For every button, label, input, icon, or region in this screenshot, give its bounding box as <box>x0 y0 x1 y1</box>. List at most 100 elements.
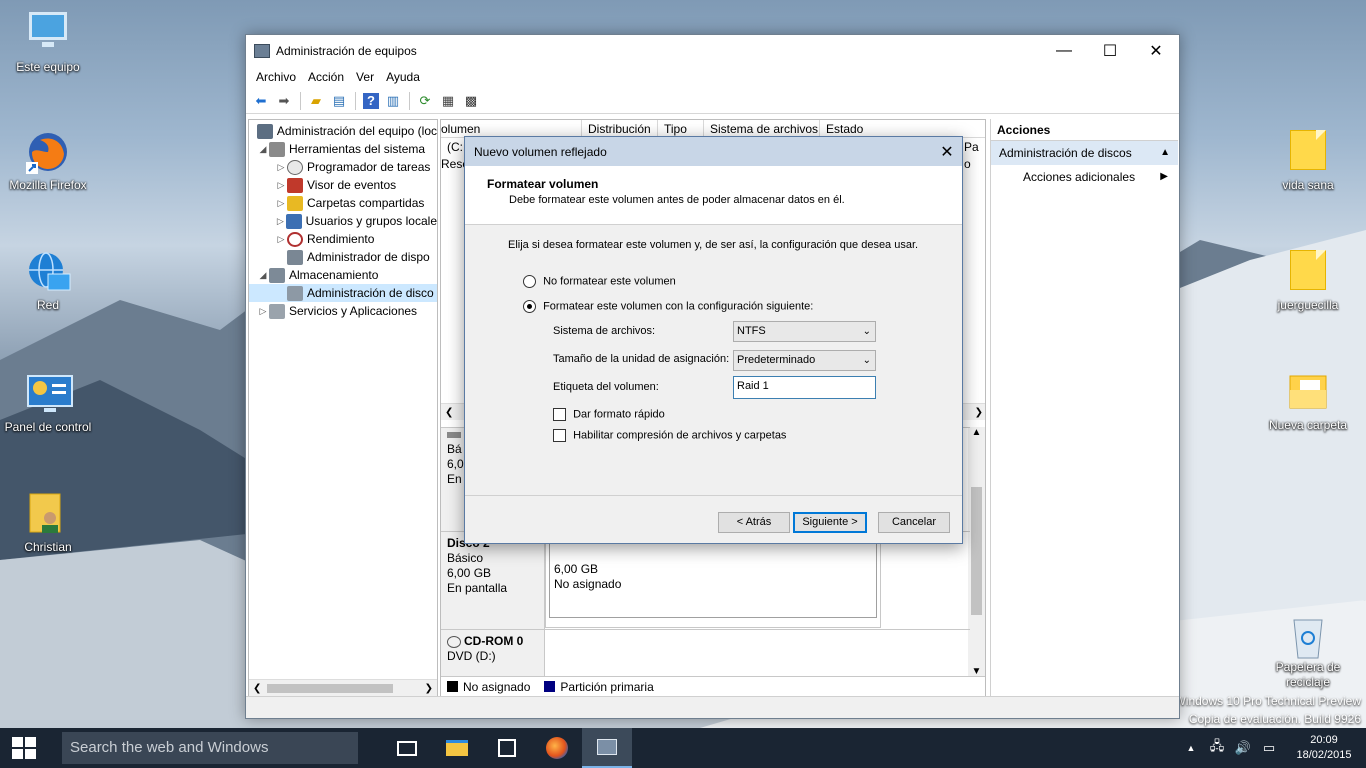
tree-expander[interactable]: ▷ <box>275 180 287 191</box>
desktop-icon-vida-sana[interactable]: vida sana <box>1260 130 1356 193</box>
properties-icon[interactable]: ▦ <box>437 91 459 111</box>
maximize-button[interactable]: ☐ <box>1087 35 1133 66</box>
compression-checkbox[interactable]: Habilitar compresión de archivos y carpe… <box>553 429 786 442</box>
show-hidden-icons-icon[interactable]: ▲ <box>1178 743 1204 753</box>
disk-2-label[interactable]: Disco 2 Básico 6,00 GB En pantalla <box>441 532 545 629</box>
desktop-icon-nueva-carpeta[interactable]: Nueva carpeta <box>1260 370 1356 433</box>
filesystem-value: NTFS <box>737 325 766 337</box>
back-button[interactable]: < Atrás <box>718 512 790 533</box>
volume-row-c[interactable]: (C: <box>447 140 463 154</box>
tree-expander[interactable]: ◢ <box>257 144 269 155</box>
radio-format[interactable]: Formatear este volumen con la configurac… <box>523 300 813 313</box>
scroll-right-icon[interactable]: ❯ <box>425 683 433 694</box>
desktop-icon-label: Este equipo <box>16 60 80 74</box>
back-arrow-icon[interactable]: ⬅ <box>250 91 272 111</box>
scroll-left-icon[interactable]: ❮ <box>253 683 261 694</box>
quick-format-checkbox[interactable]: Dar formato rápido <box>553 408 665 421</box>
actions-item-more[interactable]: Acciones adicionales ▶ <box>991 165 1178 189</box>
desktop-icon-este-equipo[interactable]: Este equipo <box>0 10 96 75</box>
menu-ver[interactable]: Ver <box>350 70 380 84</box>
tree-item-usuarios[interactable]: ▷ Usuarios y grupos locale <box>249 212 437 230</box>
volume-icon[interactable]: 🔊 <box>1230 740 1256 756</box>
network-tray-icon[interactable]: 🖧 <box>1204 737 1230 759</box>
radio-icon[interactable] <box>523 275 536 288</box>
menu-archivo[interactable]: Archivo <box>250 70 302 84</box>
desktop-icon-red[interactable]: Red <box>0 250 96 313</box>
tree-item-visor[interactable]: ▷ Visor de eventos <box>249 176 437 194</box>
desktop-icon-firefox[interactable]: Mozilla Firefox <box>0 130 96 193</box>
tree-item-servicios[interactable]: ▷ Servicios y Aplicaciones <box>249 302 437 320</box>
collapse-icon[interactable]: ▲ <box>1160 141 1170 165</box>
tree-expander[interactable]: ▷ <box>257 306 269 317</box>
up-folder-icon[interactable]: ▰ <box>305 91 327 111</box>
checkbox-icon[interactable] <box>553 429 566 442</box>
tree-expander[interactable]: ▷ <box>275 162 287 173</box>
next-button[interactable]: Siguiente > <box>793 512 867 533</box>
show-hide-action-pane-icon[interactable]: ▥ <box>382 91 404 111</box>
desktop-icon-papelera[interactable]: Papelera de reciclaje <box>1260 612 1356 690</box>
scroll-thumb[interactable] <box>971 487 982 615</box>
tree-item-label: Programador de tareas <box>307 160 431 174</box>
volume-label-input[interactable]: Raid 1 <box>733 376 876 399</box>
menu-accion[interactable]: Acción <box>302 70 350 84</box>
window-titlebar[interactable]: Administración de equipos — ☐ ✕ <box>246 35 1179 66</box>
close-button[interactable]: ✕ <box>1133 35 1179 66</box>
column-volumen[interactable]: olumen <box>441 120 582 137</box>
tree-expander[interactable]: ▷ <box>275 216 286 227</box>
notifications-icon[interactable]: ▭ <box>1256 740 1282 756</box>
submenu-arrow-icon: ▶ <box>1160 171 1168 182</box>
column-tipo[interactable]: Tipo <box>658 120 704 137</box>
scroll-up-icon[interactable]: ▲ <box>968 427 985 443</box>
dialog-close-icon[interactable]: ✕ <box>932 142 962 162</box>
task-view-icon[interactable] <box>382 728 432 768</box>
disk-2-partition[interactable]: 6,00 GB No asignado <box>545 532 881 628</box>
column-distribucion[interactable]: Distribución <box>582 120 658 137</box>
file-explorer-icon[interactable] <box>432 728 482 768</box>
help-icon[interactable]: ? <box>363 92 379 109</box>
scroll-left-icon[interactable]: ❮ <box>445 404 453 420</box>
status-bar <box>246 696 1179 718</box>
desktop-icon-christian[interactable]: Christian <box>0 492 96 555</box>
clock[interactable]: 20:09 18/02/2015 <box>1288 733 1360 763</box>
dialog-titlebar[interactable]: Nuevo volumen reflejado ✕ <box>465 137 962 166</box>
start-button[interactable] <box>0 728 48 768</box>
desktop-icon-juerguecilla[interactable]: juerguecilla <box>1260 250 1356 313</box>
cdrom-label[interactable]: CD-ROM 0 DVD (D:) <box>441 630 545 677</box>
scroll-thumb[interactable] <box>267 684 393 693</box>
show-hide-tree-icon[interactable]: ▤ <box>328 91 350 111</box>
forward-arrow-icon[interactable]: ➡ <box>273 91 295 111</box>
desktop-icon-panel-de-control[interactable]: Panel de control <box>0 372 96 435</box>
tree-expander[interactable]: ▷ <box>275 198 287 209</box>
tree-item-label: Rendimiento <box>307 232 375 246</box>
tree-expander[interactable]: ◢ <box>257 270 269 281</box>
tree-item-rendimiento[interactable]: ▷ Rendimiento <box>249 230 437 248</box>
tree-item-carpetas[interactable]: ▷ Carpetas compartidas <box>249 194 437 212</box>
radio-no-format[interactable]: No formatear este volumen <box>523 275 676 288</box>
filesystem-select[interactable]: NTFS ⌄ <box>733 321 876 342</box>
minimize-button[interactable]: — <box>1041 35 1087 66</box>
store-icon[interactable] <box>482 728 532 768</box>
radio-selected-icon[interactable] <box>523 300 536 313</box>
refresh-icon[interactable]: ⟳ <box>414 91 436 111</box>
column-estado[interactable]: Estado <box>820 120 970 137</box>
allocation-size-select[interactable]: Predeterminado ⌄ <box>733 350 876 371</box>
actions-section-disk-management[interactable]: Administración de discos ▲ <box>991 141 1178 165</box>
cancel-button[interactable]: Cancelar <box>878 512 950 533</box>
tree-item-dispositivos[interactable]: Administrador de dispo <box>249 248 437 266</box>
column-sistema-archivos[interactable]: Sistema de archivos <box>704 120 820 137</box>
tree-expander[interactable]: ▷ <box>275 234 287 245</box>
tree-item-programador[interactable]: ▷ Programador de tareas <box>249 158 437 176</box>
computer-management-taskbar-icon[interactable] <box>582 728 632 768</box>
tree-horizontal-scrollbar[interactable]: ❮ ❯ <box>249 679 437 696</box>
disk-map-vertical-scrollbar[interactable]: ▲ ▼ <box>968 427 985 677</box>
tree-item-herramientas[interactable]: ◢ Herramientas del sistema <box>249 140 437 158</box>
menu-ayuda[interactable]: Ayuda <box>380 70 426 84</box>
firefox-taskbar-icon[interactable] <box>532 728 582 768</box>
disk-list-icon[interactable]: ▩ <box>460 91 482 111</box>
tree-item-administracion-discos[interactable]: Administración de disco <box>249 284 437 302</box>
search-box[interactable]: Search the web and Windows <box>62 732 358 764</box>
tree-item-root[interactable]: Administración del equipo (loc <box>249 122 437 140</box>
tree-item-almacenamiento[interactable]: ◢ Almacenamiento <box>249 266 437 284</box>
checkbox-icon[interactable] <box>553 408 566 421</box>
scroll-right-icon[interactable]: ❯ <box>975 404 983 420</box>
